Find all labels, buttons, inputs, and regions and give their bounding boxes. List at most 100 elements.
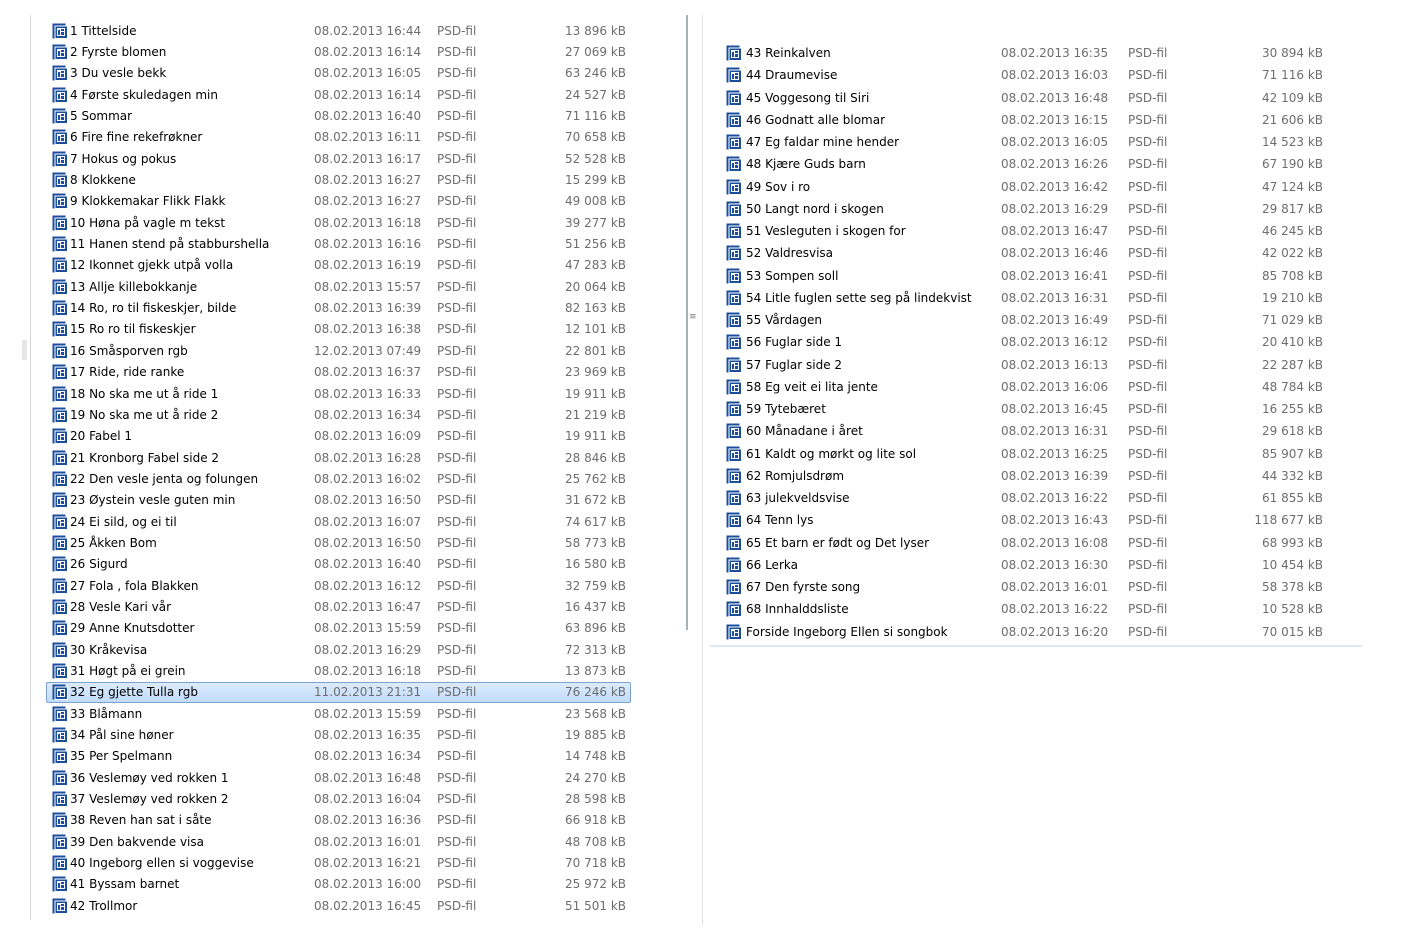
file-row[interactable]: 36 Veslemøy ved rokken 1 08.02.2013 16:48… [46, 767, 631, 788]
file-row[interactable]: 10 Høna på vagle m tekst 08.02.2013 16:18… [46, 212, 631, 233]
file-row[interactable]: 4 Første skuledagen min 08.02.2013 16:14 P… [46, 84, 631, 105]
file-row[interactable]: 12 Ikonnet gjekk utpå volla 08.02.2013 16… [46, 255, 631, 276]
left-scroll-notch[interactable] [22, 340, 27, 360]
file-size: 19 210 kB [1262, 290, 1323, 305]
file-row[interactable]: 61 Kaldt og mørkt og lite sol 08.02.2013 … [720, 443, 1330, 465]
file-row[interactable]: 53 Sompen soll 08.02.2013 16:41 PSD-fil 85 … [720, 265, 1330, 287]
file-row[interactable]: 6 Fire fine rekefrøkner 08.02.2013 16:11 P… [46, 127, 631, 148]
file-row[interactable]: 13 Allje killebokkanje 08.02.2013 15:57 PS… [46, 276, 631, 297]
file-row[interactable]: 54 Litle fuglen sette seg på lindekvist 0… [720, 287, 1330, 309]
file-date: 08.02.2013 16:07 [314, 514, 422, 529]
file-size: 49 008 kB [565, 194, 626, 209]
file-type: PSD-fil [437, 343, 477, 358]
file-row[interactable]: 65 Et barn er født og Det lyser 08.02.201… [720, 532, 1330, 554]
file-date: 08.02.2013 16:13 [1001, 357, 1109, 372]
file-row[interactable]: 35 Per Spelmann 08.02.2013 16:34 PSD-fil 14… [46, 746, 631, 767]
file-row[interactable]: 11 Hanen stend på stabburshella 08.02.201… [46, 233, 631, 254]
psd-file-icon [726, 134, 742, 151]
file-row[interactable]: 68 Innhalddsliste 08.02.2013 16:22 PSD-fil… [720, 598, 1330, 620]
file-row[interactable]: 20 Fabel 1 08.02.2013 16:09 PSD-fil 19 911 … [46, 426, 631, 447]
file-row[interactable]: 44 Draumevise 08.02.2013 16:03 PSD-fil 71 1… [720, 64, 1330, 86]
file-name: 44 Draumevise [746, 68, 838, 83]
file-row[interactable]: 62 Romjulsdrøm 08.02.2013 16:39 PSD-fil 44 … [720, 465, 1330, 487]
file-size: 24 527 kB [565, 87, 626, 102]
file-row[interactable]: 43 Reinkalven 08.02.2013 16:35 PSD-fil 30 8… [720, 42, 1330, 64]
file-row[interactable]: 33 Blåmann 08.02.2013 15:59 PSD-fil 23 568 … [46, 703, 631, 724]
file-size: 70 015 kB [1262, 624, 1323, 639]
file-row[interactable]: 15 Ro ro til fiskeskjer 08.02.2013 16:38 P… [46, 319, 631, 340]
file-row[interactable]: 9 Klokkemakar Flikk Flakk 08.02.2013 16:2… [46, 191, 631, 212]
file-row[interactable]: 30 Kråkevisa 08.02.2013 16:29 PSD-fil 72 31… [46, 639, 631, 660]
file-row[interactable]: 52 Valdresvisa 08.02.2013 16:46 PSD-fil 42 … [720, 242, 1330, 264]
file-row[interactable]: 60 Månadane i året 08.02.2013 16:31 PSD-fi… [720, 420, 1330, 442]
file-row[interactable]: 24 Ei sild, og ei til 08.02.2013 16:07 PSD… [46, 511, 631, 532]
file-row[interactable]: 59 Tytebæret 08.02.2013 16:45 PSD-fil 16 25… [720, 398, 1330, 420]
file-date: 08.02.2013 16:49 [1001, 313, 1109, 328]
psd-file-icon [52, 236, 68, 253]
file-row[interactable]: 64 Tenn lys 08.02.2013 16:43 PSD-fil 118 67… [720, 509, 1330, 531]
file-row[interactable]: 25 Åkken Bom 08.02.2013 16:50 PSD-fil 58 77… [46, 532, 631, 553]
file-row[interactable]: 28 Vesle Kari vår 08.02.2013 16:47 PSD-fil… [46, 596, 631, 617]
file-size: 48 708 kB [565, 834, 626, 849]
file-row[interactable]: 41 Byssam barnet 08.02.2013 16:00 PSD-fil 2… [46, 874, 631, 895]
psd-file-icon [726, 156, 742, 173]
file-type: PSD-fil [437, 365, 477, 380]
file-row[interactable]: 26 Sigurd 08.02.2013 16:40 PSD-fil 16 580 k… [46, 554, 631, 575]
file-row[interactable]: 40 Ingeborg ellen si voggevise 08.02.2013… [46, 852, 631, 873]
file-row[interactable]: 17 Ride, ride ranke 08.02.2013 16:37 PSD-f… [46, 362, 631, 383]
file-row[interactable]: 2 Fyrste blomen 08.02.2013 16:14 PSD-fil 27… [46, 41, 631, 62]
file-row[interactable]: 23 Øystein vesle guten min 08.02.2013 16:… [46, 490, 631, 511]
psd-file-icon [52, 108, 68, 125]
file-row[interactable]: 22 Den vesle jenta og folungen 08.02.2013… [46, 468, 631, 489]
file-size: 16 255 kB [1262, 402, 1323, 417]
file-type: PSD-fil [437, 578, 477, 593]
file-row[interactable]: 34 Pål sine høner 08.02.2013 16:35 PSD-fil… [46, 724, 631, 745]
file-date: 08.02.2013 16:20 [1001, 624, 1109, 639]
file-row[interactable]: 19 No ska me ut å ride 2 08.02.2013 16:34… [46, 404, 631, 425]
splitter-grip-icon[interactable]: ≡ [689, 313, 697, 322]
file-row[interactable]: 16 Småsporven rgb 12.02.2013 07:49 PSD-fil… [46, 340, 631, 361]
file-row[interactable]: Forside Ingeborg Ellen si songbok 08.02.2… [720, 621, 1330, 643]
file-row[interactable]: 49 Sov i ro 08.02.2013 16:42 PSD-fil 47 124… [720, 176, 1330, 198]
file-row[interactable]: 63 julekveldsvise 08.02.2013 16:22 PSD-fil… [720, 487, 1330, 509]
file-row[interactable]: 45 Voggesong til Siri 08.02.2013 16:48 PSD… [720, 87, 1330, 109]
file-row[interactable]: 56 Fuglar side 1 08.02.2013 16:12 PSD-fil 2… [720, 331, 1330, 353]
file-size: 10 454 kB [1262, 557, 1323, 572]
file-row[interactable]: 27 Fola , fola Blakken 08.02.2013 16:12 PS… [46, 575, 631, 596]
file-row[interactable]: 48 Kjære Guds barn 08.02.2013 16:26 PSD-fi… [720, 153, 1330, 175]
file-row[interactable]: 51 Vesleguten i skogen for 08.02.2013 16:… [720, 220, 1330, 242]
file-row[interactable]: 37 Veslemøy ved rokken 2 08.02.2013 16:04… [46, 788, 631, 809]
file-size: 70 718 kB [565, 856, 626, 871]
file-type: PSD-fil [437, 770, 477, 785]
file-date: 08.02.2013 16:18 [314, 215, 422, 230]
file-row[interactable]: 57 Fuglar side 2 08.02.2013 16:13 PSD-fil 2… [720, 354, 1330, 376]
file-row[interactable]: 47 Eg faldar mine hender 08.02.2013 16:05… [720, 131, 1330, 153]
file-row[interactable]: 31 Høgt på ei grein 08.02.2013 16:18 PSD-f… [46, 660, 631, 681]
file-row[interactable]: 55 Vårdagen 08.02.2013 16:49 PSD-fil 71 029… [720, 309, 1330, 331]
file-row[interactable]: 21 Kronborg Fabel side 2 08.02.2013 16:28… [46, 447, 631, 468]
file-row[interactable]: 32 Eg gjette Tulla rgb 11.02.2013 21:31 PS… [46, 681, 631, 703]
file-row[interactable]: 58 Eg veit ei lita jente 08.02.2013 16:06… [720, 376, 1330, 398]
psd-file-icon [726, 601, 742, 618]
file-row[interactable]: 29 Anne Knutsdotter 08.02.2013 15:59 PSD-f… [46, 618, 631, 639]
file-row[interactable]: 8 Klokkene 08.02.2013 16:27 PSD-fil 15 299 … [46, 169, 631, 190]
file-row[interactable]: 39 Den bakvende visa 08.02.2013 16:01 PSD-… [46, 831, 631, 852]
file-type: PSD-fil [1128, 224, 1168, 239]
file-row[interactable]: 38 Reven han sat i såte 08.02.2013 16:36 P… [46, 810, 631, 831]
psd-file-icon [726, 67, 742, 84]
file-row[interactable]: 67 Den fyrste song 08.02.2013 16:01 PSD-fi… [720, 576, 1330, 598]
file-row[interactable]: 50 Langt nord i skogen 08.02.2013 16:29 PS… [720, 198, 1330, 220]
file-row[interactable]: 18 No ska me ut å ride 1 08.02.2013 16:33… [46, 383, 631, 404]
file-row[interactable]: 5 Sommar 08.02.2013 16:40 PSD-fil 71 116 kB [46, 105, 631, 126]
file-row[interactable]: 3 Du vesle bekk 08.02.2013 16:05 PSD-fil 63… [46, 63, 631, 84]
file-row[interactable]: 7 Hokus og pokus 08.02.2013 16:17 PSD-fil 5… [46, 148, 631, 169]
splitter-scrollbar[interactable] [686, 15, 688, 630]
file-row[interactable]: 42 Trollmor 08.02.2013 16:45 PSD-fil 51 501… [46, 895, 631, 916]
file-name: 24 Ei sild, og ei til [70, 514, 177, 529]
file-row[interactable]: 1 Tittelside 08.02.2013 16:44 PSD-fil 13 89… [46, 20, 631, 41]
file-row[interactable]: 14 Ro, ro til fiskeskjer, bilde 08.02.201… [46, 297, 631, 318]
file-row[interactable]: 46 Godnatt alle blomar 08.02.2013 16:15 PS… [720, 109, 1330, 131]
file-type: PSD-fil [1128, 468, 1168, 483]
file-size: 68 993 kB [1262, 535, 1323, 550]
file-row[interactable]: 66 Lerka 08.02.2013 16:30 PSD-fil 10 454 kB [720, 554, 1330, 576]
